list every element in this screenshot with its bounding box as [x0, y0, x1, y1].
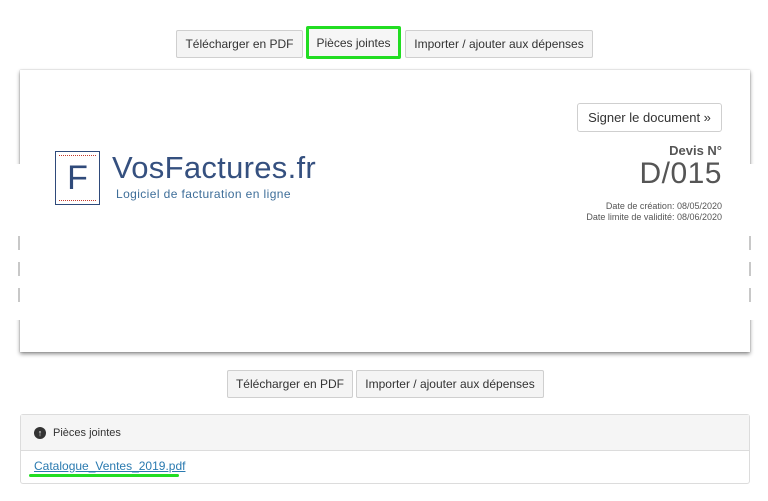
attachments-button-top[interactable]: Pièces jointes — [306, 26, 401, 59]
document-type-label: Devis N° — [669, 143, 722, 158]
attachments-panel-title: Pièces jointes — [53, 426, 121, 439]
company-logo-tagline: Logiciel de facturation en ligne — [116, 187, 291, 201]
attachments-panel-header[interactable]: ↑ Pièces jointes — [21, 415, 749, 451]
arrow-up-circle-icon: ↑ — [34, 426, 46, 439]
logo-letter: F — [67, 159, 88, 197]
fold-mark — [18, 236, 20, 250]
document-number: D/015 — [639, 157, 722, 190]
sign-document-button[interactable]: Signer le document » — [577, 103, 722, 132]
download-pdf-button-bottom[interactable]: Télécharger en PDF — [227, 370, 353, 398]
attachment-file-link[interactable]: Catalogue_Ventes_2019.pdf — [34, 459, 185, 473]
fold-mark — [749, 288, 751, 302]
import-expenses-button-top[interactable]: Importer / ajouter aux dépenses — [405, 30, 593, 58]
fold-mark — [749, 262, 751, 276]
creation-date: Date de création: 08/05/2020 — [605, 201, 722, 211]
company-logo-name: VosFactures.fr — [112, 150, 317, 185]
fold-mark — [749, 236, 751, 250]
download-pdf-button-top[interactable]: Télécharger en PDF — [176, 30, 303, 58]
company-logo-mark: F — [55, 151, 100, 205]
highlight-underline — [29, 474, 179, 477]
import-expenses-button-bottom[interactable]: Importer / ajouter aux dépenses — [356, 370, 544, 398]
fold-mark — [18, 262, 20, 276]
fold-mark — [18, 288, 20, 302]
validity-date: Date limite de validité: 08/06/2020 — [586, 212, 722, 222]
